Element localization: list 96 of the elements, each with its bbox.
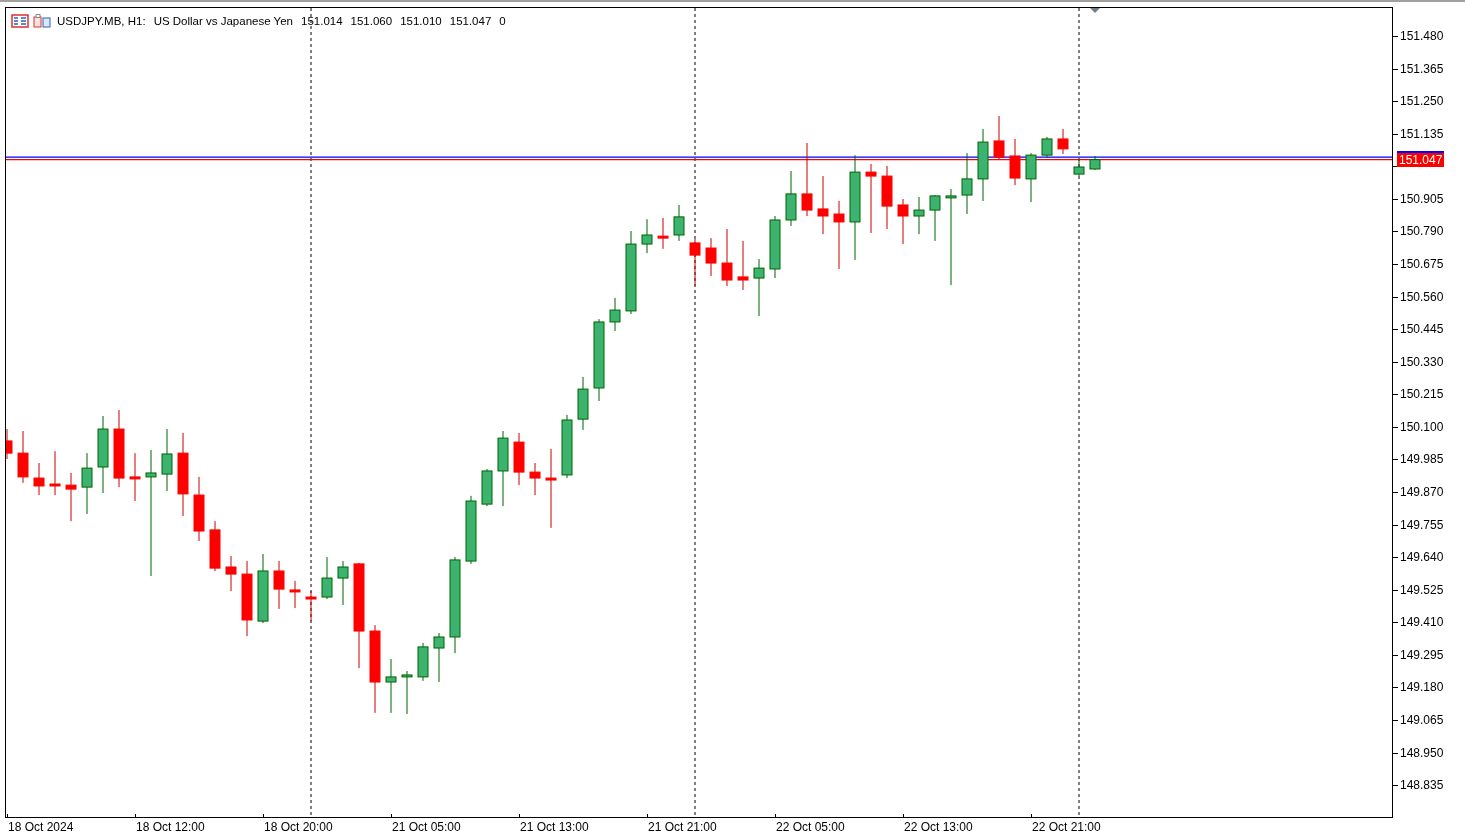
bullish-candle <box>929 194 941 242</box>
bullish-candle <box>257 553 269 624</box>
bullish-candle <box>337 560 349 606</box>
price-axis-label: 149.295 <box>1400 647 1444 662</box>
price-axis-label: 149.065 <box>1400 712 1444 727</box>
bearish-candle <box>817 175 829 235</box>
bearish-candle <box>193 476 205 542</box>
bearish-candle <box>689 238 701 287</box>
bullish-candle <box>81 452 93 515</box>
price-axis-label: 151.480 <box>1400 29 1444 43</box>
bullish-candle <box>465 495 477 565</box>
bullish-candle <box>1041 136 1053 159</box>
bullish-candle <box>433 632 445 683</box>
price-axis-label: 149.640 <box>1400 550 1444 565</box>
bearish-candle <box>225 555 237 592</box>
bearish-candle <box>6 428 13 460</box>
time-axis-label: 21 Oct 21:00 <box>648 820 717 834</box>
time-axis-label: 18 Oct 20:00 <box>264 820 333 834</box>
bearish-candle <box>33 462 45 496</box>
bearish-candle <box>209 520 221 572</box>
ohlc-value: 151.047 <box>448 15 493 27</box>
current-price-tag: 151.047 <box>1397 150 1445 167</box>
bullish-candle <box>1089 155 1101 171</box>
price-axis-label: 151.135 <box>1400 126 1444 141</box>
symbol-label: USDJPY.MB, H1: <box>56 15 147 27</box>
bearish-candle <box>289 580 301 609</box>
bearish-candle <box>273 560 285 610</box>
bearish-candle <box>833 200 845 270</box>
ohlc-value: 151.010 <box>399 15 443 27</box>
bearish-candle <box>993 115 1005 160</box>
tick-volume: 0 <box>498 15 507 27</box>
price-axis-label: 148.950 <box>1400 745 1444 760</box>
bullish-candle <box>641 218 653 254</box>
time-axis-label: 21 Oct 13:00 <box>520 820 589 834</box>
price-axis-label: 150.330 <box>1400 354 1444 369</box>
price-axis-label: 148.835 <box>1400 778 1444 793</box>
time-axis-label: 18 Oct 12:00 <box>136 820 205 834</box>
price-axis-label: 149.755 <box>1400 517 1444 532</box>
bearish-candle <box>721 228 733 287</box>
bullish-candle <box>401 670 413 715</box>
bar-chart-icon[interactable] <box>33 14 51 28</box>
time-axis-label: 21 Oct 05:00 <box>392 820 461 834</box>
bullish-candle <box>673 204 685 242</box>
price-axis-label: 149.525 <box>1400 582 1444 597</box>
bearish-candle <box>65 472 77 522</box>
bullish-candle <box>769 215 781 279</box>
price-axis-label: 151.365 <box>1400 61 1444 76</box>
bullish-candle <box>609 297 621 332</box>
chart-window-icon[interactable] <box>11 14 29 28</box>
bearish-candle <box>513 432 525 486</box>
bullish-candle <box>1025 152 1037 203</box>
bearish-candle <box>705 237 717 277</box>
price-axis-label: 150.445 <box>1400 322 1444 337</box>
bearish-candle <box>1009 138 1021 186</box>
bullish-candle <box>561 414 573 479</box>
price-axis-label: 150.100 <box>1400 419 1444 434</box>
bearish-candle <box>657 217 669 250</box>
bearish-candle <box>881 165 893 230</box>
bullish-candle <box>161 428 173 492</box>
price-axis-label: 149.410 <box>1400 615 1444 630</box>
bullish-candle <box>481 468 493 507</box>
price-axis-label: 151.250 <box>1400 94 1444 109</box>
bearish-candle <box>865 163 877 234</box>
price-axis-label: 149.870 <box>1400 484 1444 499</box>
bearish-candle <box>529 462 541 496</box>
bullish-candle <box>321 556 333 600</box>
bullish-candle <box>785 170 797 227</box>
bearish-candle <box>17 430 29 484</box>
bearish-candle <box>737 240 749 291</box>
bullish-candle <box>417 642 429 682</box>
ohlc-value: 151.014 <box>300 15 344 27</box>
bullish-candle <box>753 258 765 317</box>
bullish-candle <box>913 196 925 235</box>
price-axis-label: 149.985 <box>1400 452 1444 467</box>
bearish-candle <box>897 198 909 245</box>
price-axis-label: 150.905 <box>1400 191 1444 206</box>
time-axis-label: 22 Oct 05:00 <box>776 820 845 834</box>
chart-shift-icon[interactable] <box>1090 8 1100 13</box>
price-axis-label: 150.790 <box>1400 224 1444 239</box>
bullish-candle <box>577 376 589 431</box>
bearish-candle <box>1057 128 1069 155</box>
bearish-candle <box>129 452 141 502</box>
price-axis-label: 149.180 <box>1400 680 1444 695</box>
bullish-candle <box>385 658 397 714</box>
bullish-candle <box>1073 158 1085 177</box>
bullish-candle <box>961 152 973 215</box>
price-axis-label: 150.675 <box>1400 257 1444 271</box>
bearish-candle <box>49 450 61 496</box>
symbol-description: US Dollar vs Japanese Yen <box>152 15 294 27</box>
price-axis-label: 150.560 <box>1400 289 1444 304</box>
ohlc-value: 151.060 <box>349 15 394 27</box>
time-axis-label: 22 Oct 13:00 <box>904 820 973 834</box>
bearish-candle <box>305 590 317 622</box>
price-axis-label: 150.215 <box>1400 387 1444 402</box>
time-axis-label: 18 Oct 2024 <box>8 820 74 834</box>
time-axis-label: 22 Oct 21:00 <box>1032 820 1101 834</box>
